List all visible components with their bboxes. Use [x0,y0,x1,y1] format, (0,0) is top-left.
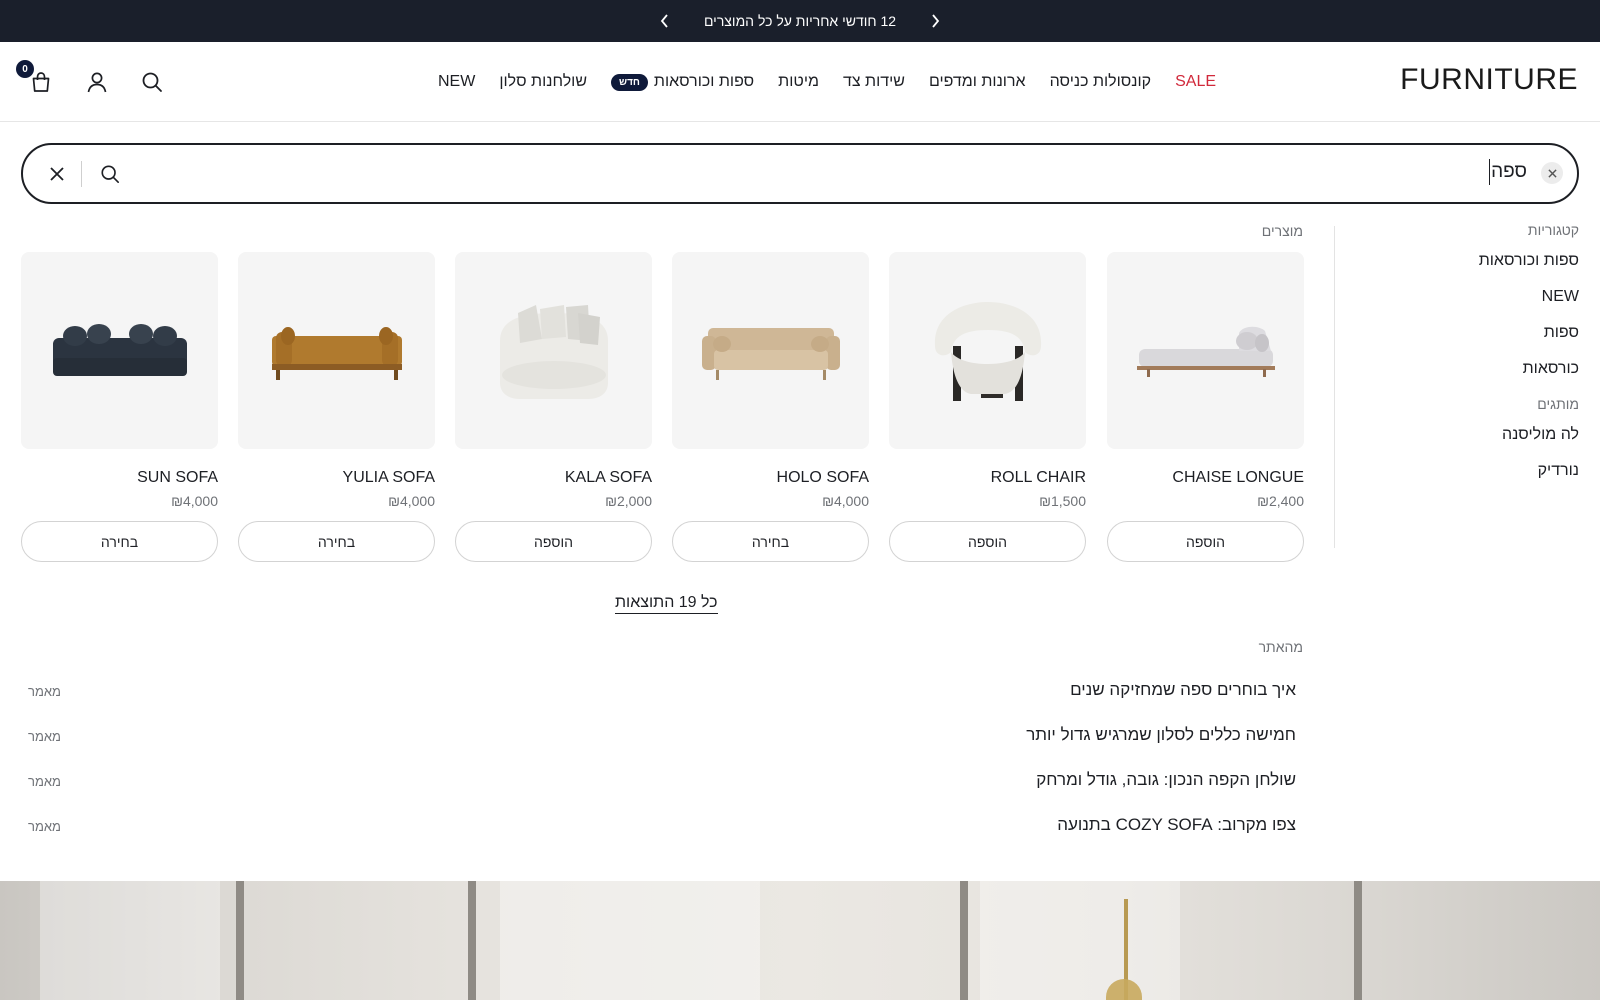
article-title[interactable]: שולחן הקפה הנכון: גובה, גודל ומרחק [1036,770,1296,790]
article-title[interactable]: צפו מקרוב: COZY SOFA בתנועה [1057,815,1296,835]
nav-label: מיטות [778,73,819,90]
product-card[interactable]: KALA SOFA ₪2,000 הוספה [455,252,652,562]
nav-label: ספות וכורסאות [653,73,755,90]
curtain-shape [980,881,1180,1000]
product-price: ₪4,000 [171,493,218,509]
curtain-pole [236,881,244,1000]
nav-label: NEW [438,73,476,90]
article-row[interactable]: שולחן הקפה הנכון: גובה, גודל ומרחק מאמר [21,770,1304,800]
article-type: מאמר [28,729,61,744]
nav-label: SALE [1175,73,1217,90]
add-to-cart-button[interactable]: הוספה [455,521,652,562]
add-to-cart-button[interactable]: הוספה [889,521,1086,562]
search-icon[interactable] [139,69,165,95]
search-bar: ספה [21,143,1579,204]
brand-link[interactable]: נורדיק [1347,462,1579,480]
product-name[interactable]: ROLL CHAIR [889,469,1086,487]
nav-item-entry-consoles[interactable]: קונסולות כניסה [1050,73,1152,91]
add-to-cart-button[interactable]: הוספה [1107,521,1304,562]
product-name[interactable]: HOLO SOFA [672,469,869,487]
nav-item-sale[interactable]: SALE [1175,73,1216,91]
product-name[interactable]: YULIA SOFA [238,469,435,487]
category-link[interactable]: ספות [1347,324,1579,342]
brands-heading: מותגים [1537,396,1579,412]
sidebar-divider [1334,226,1335,548]
product-price: ₪2,000 [605,493,652,509]
product-card[interactable]: CHAISE LONGUE ₪2,400 הוספה [1107,252,1304,562]
search-input[interactable]: ספה [1489,159,1527,185]
nav-label: שידות צד [842,73,905,90]
product-image[interactable] [238,252,435,449]
product-image[interactable] [889,252,1086,449]
nav-item-cabinets-shelves[interactable]: ארונות ומדפים [929,73,1026,91]
curtain-pole [960,881,968,1000]
curtain-shape [40,881,220,1000]
product-image[interactable] [455,252,652,449]
category-link[interactable]: ספות וכורסאות [1347,252,1579,270]
nav-item-side-tables[interactable]: שידות צד [843,73,905,91]
nav-item-sofas-armchairs[interactable]: ספות וכורסאות חדש [611,73,754,91]
articles-heading: מהאתר [1258,639,1303,655]
clear-query-icon[interactable] [1541,162,1563,184]
main-nav: NEW שולחנות סלון ספות וכורסאות חדש מיטות … [438,42,1216,122]
article-row[interactable]: צפו מקרוב: COZY SOFA בתנועה מאמר [21,815,1304,845]
article-title[interactable]: איך בוחרים ספה שמחזיקה שנים [1070,680,1296,700]
article-row[interactable]: חמישה כללים לסלון שמרגיש גדול יותר מאמר [21,725,1304,755]
all-results-link[interactable]: כל 19 התוצאות [615,594,718,614]
curtain-shape [500,881,760,1000]
product-name[interactable]: KALA SOFA [455,469,652,487]
account-icon[interactable] [84,69,110,95]
search-submit-icon[interactable] [98,162,122,186]
nav-item-beds[interactable]: מיטות [778,73,819,91]
search-divider [81,161,82,187]
nav-label: שולחנות סלון [499,73,588,90]
category-link[interactable]: NEW [1347,288,1579,306]
hero-image [0,881,1600,1000]
product-card[interactable]: YULIA SOFA ₪4,000 בחירה [238,252,435,562]
nav-item-coffee-tables[interactable]: שולחנות סלון [499,73,587,91]
close-search-icon[interactable] [45,162,69,186]
product-image[interactable] [1107,252,1304,449]
article-type: מאמר [28,774,61,789]
product-name[interactable]: CHAISE LONGUE [1107,469,1304,487]
announcement-bar: 12 חודשי אחריות על כל המוצרים [0,0,1600,42]
article-type: מאמר [28,684,61,699]
cart-count-badge: 0 [16,60,34,78]
announcement-text: 12 חודשי אחריות על כל המוצרים [703,13,897,29]
product-image[interactable] [672,252,869,449]
product-image[interactable] [21,252,218,449]
article-row[interactable]: איך בוחרים ספה שמחזיקה שנים מאמר [21,680,1304,710]
nav-label: קונסולות כניסה [1049,73,1152,90]
curtain-pole [1354,881,1362,1000]
products-heading: מוצרים [1261,223,1303,239]
product-price: ₪4,000 [822,493,869,509]
chevron-right-icon[interactable] [926,12,944,30]
nav-label: ארונות ומדפים [928,73,1026,90]
curtain-pole [468,881,476,1000]
product-results: CHAISE LONGUE ₪2,400 הוספה ROLL CHAIR ₪1… [21,252,1304,572]
article-type: מאמר [28,819,61,834]
product-card[interactable]: HOLO SOFA ₪4,000 בחירה [672,252,869,562]
product-name[interactable]: SUN SOFA [21,469,218,487]
add-to-cart-button[interactable]: בחירה [21,521,218,562]
search-sidebar: קטגוריות ספות וכורסאות NEW ספות כורסאות … [1347,222,1579,498]
product-price: ₪1,500 [1039,493,1086,509]
product-price: ₪2,400 [1257,493,1304,509]
nav-item-new[interactable]: NEW [438,73,475,91]
brand-link[interactable]: לה מוליסנה [1347,426,1579,444]
site-logo[interactable]: FURNITURE [1400,63,1578,97]
article-title[interactable]: חמישה כללים לסלון שמרגיש גדול יותר [1026,725,1296,745]
site-header: FURNITURE NEW שולחנות סלון ספות וכורסאות… [0,42,1600,122]
category-link[interactable]: כורסאות [1347,360,1579,378]
product-card[interactable]: ROLL CHAIR ₪1,500 הוספה [889,252,1086,562]
add-to-cart-button[interactable]: בחירה [672,521,869,562]
product-price: ₪4,000 [388,493,435,509]
add-to-cart-button[interactable]: בחירה [238,521,435,562]
new-badge: חדש [611,73,648,91]
product-card[interactable]: SUN SOFA ₪4,000 בחירה [21,252,218,562]
categories-heading: קטגוריות [1527,222,1579,238]
